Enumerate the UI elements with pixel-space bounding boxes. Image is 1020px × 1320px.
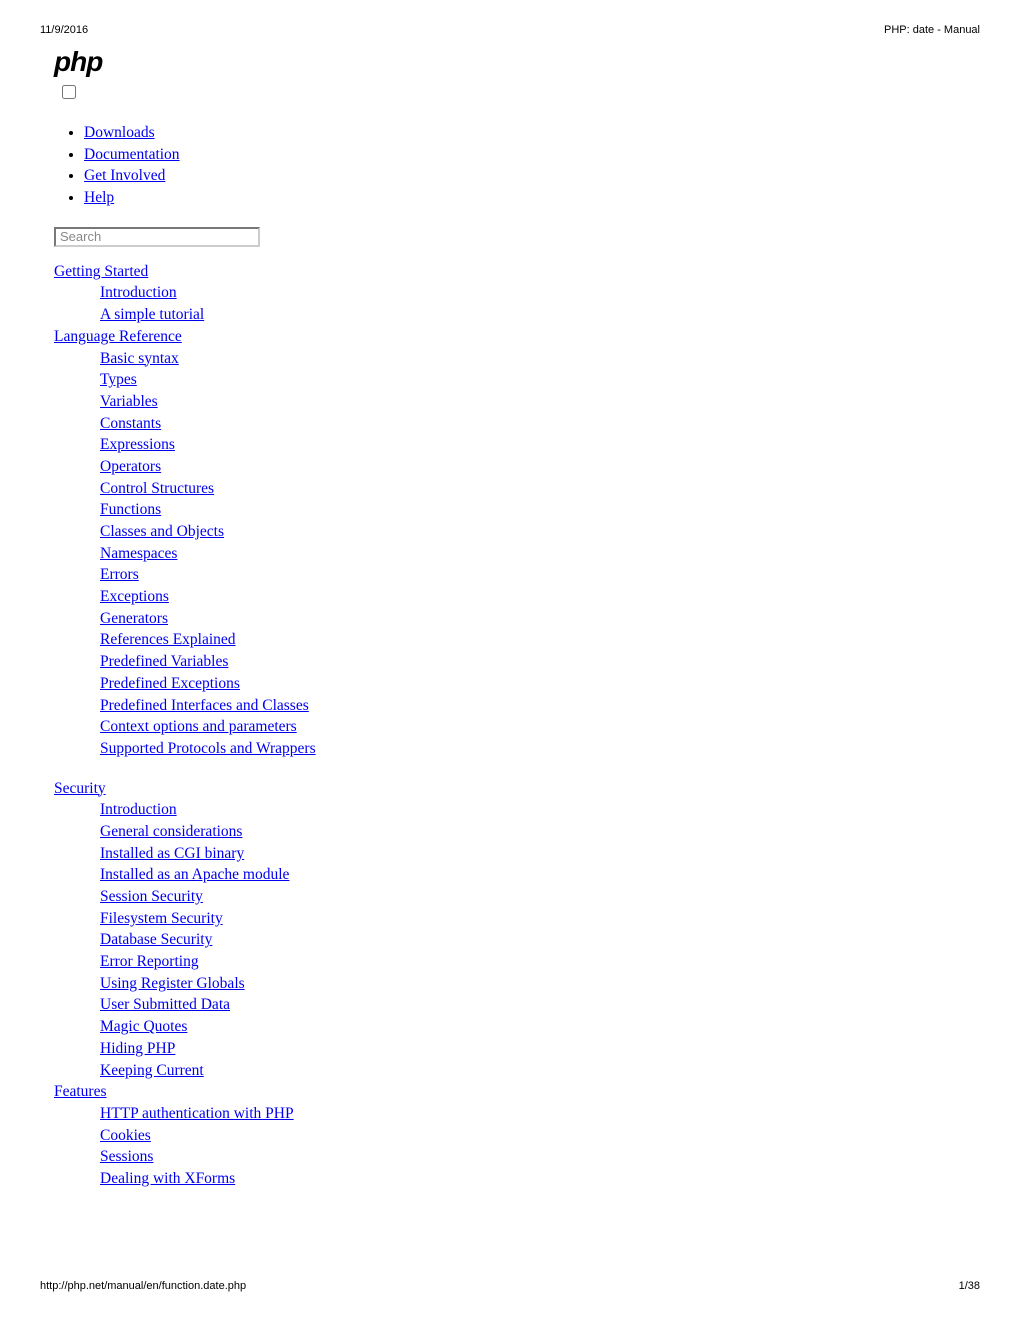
nav-link[interactable]: Supported Protocols and Wrappers xyxy=(100,740,316,757)
nav-link[interactable]: Basic syntax xyxy=(100,350,179,367)
nav-link[interactable]: Predefined Exceptions xyxy=(100,675,240,692)
nav-link[interactable]: Errors xyxy=(100,566,139,583)
nav-link[interactable]: Exceptions xyxy=(100,588,169,605)
nav-link[interactable]: HTTP authentication with PHP xyxy=(100,1105,294,1122)
section-heading-getting-started[interactable]: Getting Started xyxy=(54,263,148,280)
print-date: 11/9/2016 xyxy=(40,24,88,36)
nav-link[interactable]: Context options and parameters xyxy=(100,718,297,735)
nav-link[interactable]: Expressions xyxy=(100,436,175,453)
nav-link[interactable]: Generators xyxy=(100,610,168,627)
page-title: PHP: date - Manual xyxy=(884,24,980,36)
nav-link[interactable]: Using Register Globals xyxy=(100,975,245,992)
nav-link[interactable]: Database Security xyxy=(100,931,212,948)
nav-link[interactable]: Namespaces xyxy=(100,545,177,562)
topnav-link-get-involved[interactable]: Get Involved xyxy=(84,167,165,184)
nav-link[interactable]: Types xyxy=(100,371,137,388)
nav-link[interactable]: A simple tutorial xyxy=(100,306,204,323)
nav-link[interactable]: Constants xyxy=(100,415,161,432)
nav-link[interactable]: Control Structures xyxy=(100,480,214,497)
section-heading-security[interactable]: Security xyxy=(54,780,106,797)
nav-link[interactable]: Classes and Objects xyxy=(100,523,224,540)
nav-link[interactable]: Sessions xyxy=(100,1148,153,1165)
nav-link[interactable]: Operators xyxy=(100,458,161,475)
nav-link[interactable]: Functions xyxy=(100,501,161,518)
nav-link[interactable]: Error Reporting xyxy=(100,953,199,970)
topnav-link-downloads[interactable]: Downloads xyxy=(84,124,155,141)
nav-link[interactable]: General considerations xyxy=(100,823,242,840)
nav-link[interactable]: User Submitted Data xyxy=(100,996,230,1013)
nav-link[interactable]: Magic Quotes xyxy=(100,1018,187,1035)
section-heading-language-reference[interactable]: Language Reference xyxy=(54,328,182,345)
nav-link[interactable]: Installed as CGI binary xyxy=(100,845,244,862)
php-logo: php xyxy=(54,46,980,78)
nav-link[interactable]: Introduction xyxy=(100,801,177,818)
nav-link[interactable]: Predefined Variables xyxy=(100,653,228,670)
topnav-link-help[interactable]: Help xyxy=(84,189,114,206)
nav-link[interactable]: Cookies xyxy=(100,1127,151,1144)
nav-link[interactable]: References Explained xyxy=(100,631,236,648)
search-input[interactable] xyxy=(54,227,260,247)
nav-link[interactable]: Introduction xyxy=(100,284,177,301)
section-heading-features[interactable]: Features xyxy=(54,1083,107,1100)
nav-link[interactable]: Filesystem Security xyxy=(100,910,223,927)
nav-link[interactable]: Variables xyxy=(100,393,158,410)
nav-link[interactable]: Dealing with XForms xyxy=(100,1170,235,1187)
nav-link[interactable]: Session Security xyxy=(100,888,203,905)
section-spacer xyxy=(100,760,980,778)
footer-url: http://php.net/manual/en/function.date.p… xyxy=(40,1280,246,1292)
nav-link[interactable]: Installed as an Apache module xyxy=(100,866,289,883)
toggle-checkbox[interactable] xyxy=(62,85,76,99)
footer-pagenum: 1/38 xyxy=(959,1280,980,1292)
nav-link[interactable]: Predefined Interfaces and Classes xyxy=(100,697,309,714)
topnav-link-documentation[interactable]: Documentation xyxy=(84,146,180,163)
nav-link[interactable]: Hiding PHP xyxy=(100,1040,175,1057)
nav-link[interactable]: Keeping Current xyxy=(100,1062,204,1079)
